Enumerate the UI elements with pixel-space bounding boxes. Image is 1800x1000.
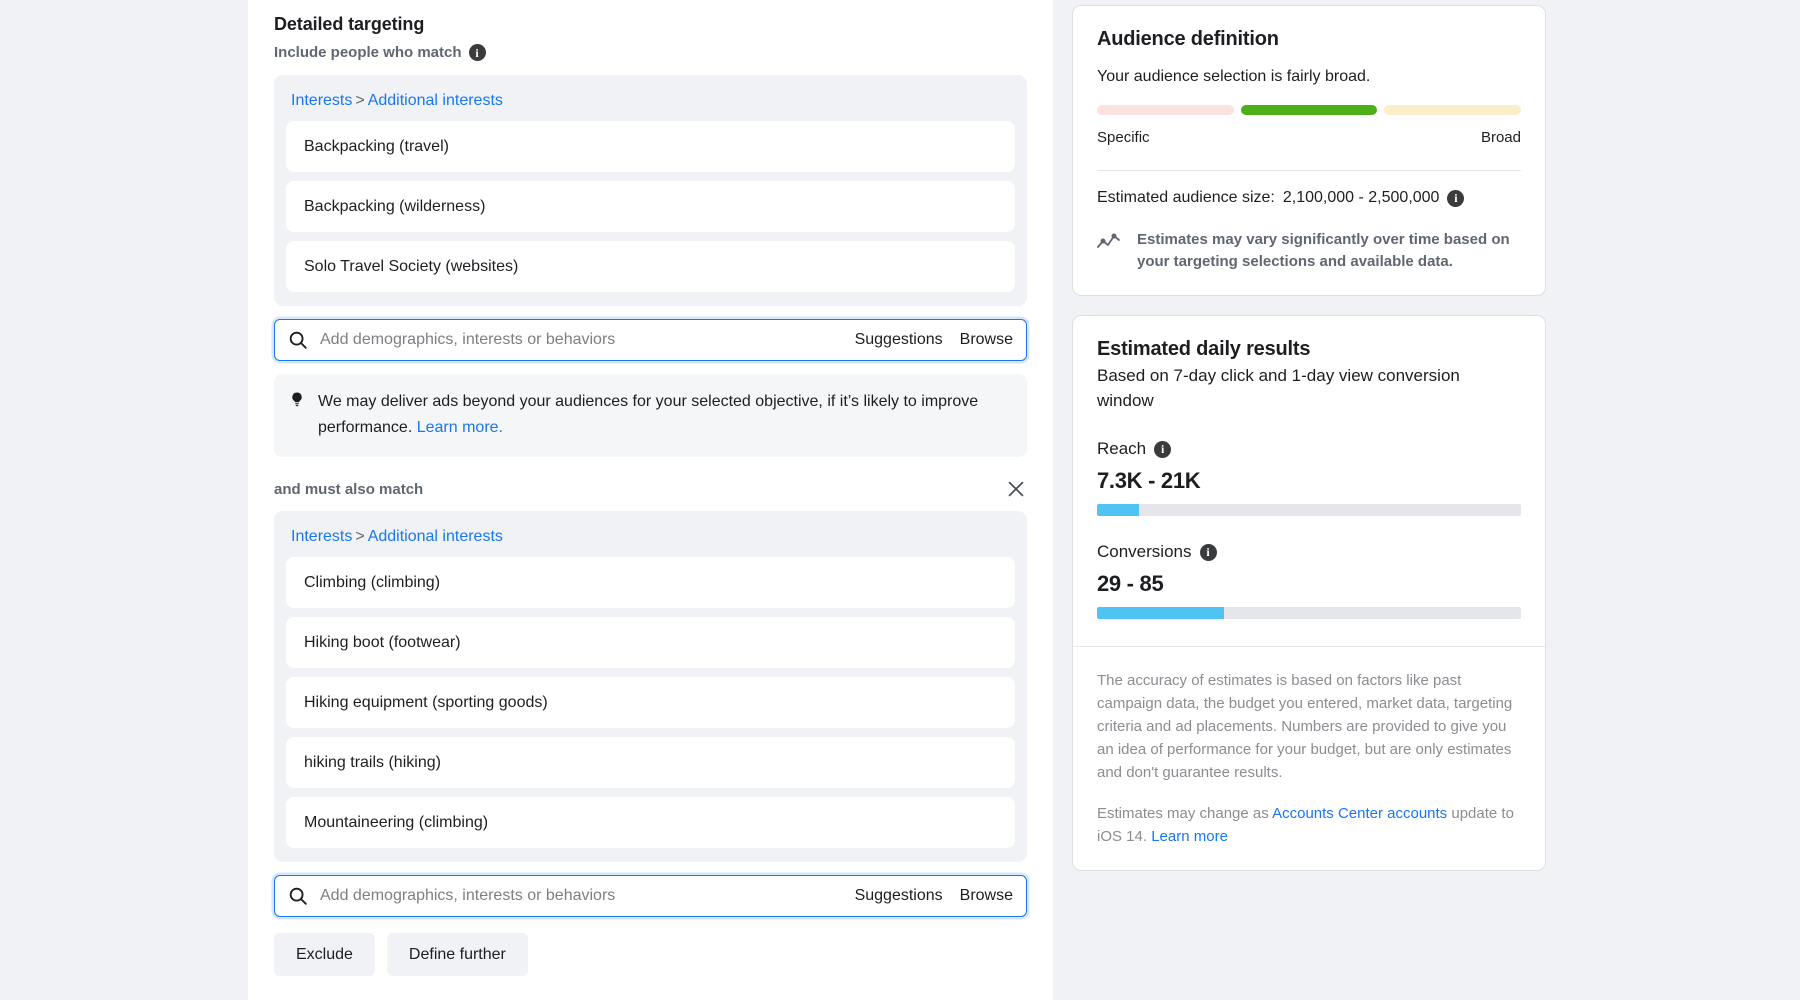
- list-item[interactable]: Hiking boot (footwear): [286, 617, 1015, 668]
- trend-chart-icon: [1097, 232, 1123, 257]
- metric-reach-head: Reach i: [1097, 439, 1521, 459]
- exclude-button[interactable]: Exclude: [274, 933, 375, 976]
- metric-conversions-value: 29 - 85: [1097, 571, 1164, 596]
- metric-conversions-head: Conversions i: [1097, 542, 1521, 562]
- accounts-center-link[interactable]: Accounts Center accounts: [1272, 805, 1447, 822]
- and-must-also-match-row: and must also match: [274, 478, 1027, 500]
- breadcrumb: Interests > Additional interests: [291, 92, 1015, 110]
- search-placeholder[interactable]: Add demographics, interests or behaviors: [320, 331, 855, 349]
- ios14-disclaimer: Estimates may change as Accounts Center …: [1097, 802, 1521, 848]
- list-item[interactable]: Backpacking (travel): [286, 121, 1015, 172]
- metric-conversions-bar: [1097, 607, 1521, 619]
- meter-segment-specific: [1097, 105, 1234, 115]
- estimated-audience-size-value: 2,100,000 - 2,500,000: [1282, 189, 1440, 206]
- estimated-audience-size-label: Estimated audience size:: [1097, 189, 1275, 206]
- panel-gap: [1053, 0, 1072, 1000]
- info-icon[interactable]: i: [1447, 189, 1465, 207]
- list-item[interactable]: Hiking equipment (sporting goods): [286, 677, 1015, 728]
- detailed-targeting-panel: Detailed targeting Include people who ma…: [248, 0, 1053, 1000]
- estimates-column: Audience definition Your audience select…: [1072, 0, 1800, 1000]
- metric-conversions-label: Conversions: [1097, 542, 1192, 561]
- metric-reach-fill: [1097, 504, 1140, 516]
- search-input-group-2[interactable]: Add demographics, interests or behaviors…: [274, 875, 1027, 917]
- close-icon[interactable]: [1005, 478, 1027, 500]
- and-must-also-match-label: and must also match: [274, 480, 424, 498]
- delivery-notice: We may deliver ads beyond your audiences…: [274, 374, 1027, 457]
- breadcrumb-separator: >: [355, 92, 365, 109]
- browse-button[interactable]: Browse: [960, 887, 1013, 905]
- audience-definition-card: Audience definition Your audience select…: [1072, 5, 1546, 296]
- divider: [1097, 170, 1521, 171]
- search-icon: [287, 885, 309, 907]
- breadcrumb-leaf-link[interactable]: Additional interests: [368, 92, 503, 109]
- list-item[interactable]: Backpacking (wilderness): [286, 181, 1015, 232]
- lightbulb-icon: [288, 391, 306, 441]
- list-item[interactable]: hiking trails (hiking): [286, 737, 1015, 788]
- suggestions-button[interactable]: Suggestions: [855, 331, 943, 349]
- meter-labels: Specific Broad: [1097, 129, 1521, 146]
- delivery-notice-text: We may deliver ads beyond your audiences…: [318, 389, 1011, 441]
- search-placeholder[interactable]: Add demographics, interests or behaviors: [320, 887, 855, 905]
- metric-reach-bar: [1097, 504, 1521, 516]
- include-people-row: Include people who match i: [274, 44, 1027, 61]
- estimates-vary-note: Estimates may vary significantly over ti…: [1097, 229, 1521, 273]
- breadcrumb-separator: >: [355, 528, 365, 545]
- estimated-daily-results-title: Estimated daily results: [1097, 338, 1311, 360]
- audience-breadth-meter: [1097, 105, 1522, 115]
- meter-label-broad: Broad: [1480, 129, 1521, 146]
- targeting-group-1: Interests > Additional interests Backpacki…: [274, 75, 1027, 306]
- meter-label-specific: Specific: [1097, 129, 1150, 146]
- audience-definition-summary: Your audience selection is fairly broad.: [1097, 68, 1371, 85]
- meter-segment-broad: [1384, 105, 1522, 115]
- estimated-daily-results-card: Estimated daily results Based on 7-day c…: [1072, 315, 1546, 871]
- accuracy-disclaimer: The accuracy of estimates is based on fa…: [1097, 672, 1513, 781]
- learn-more-link[interactable]: Learn more: [1151, 828, 1228, 845]
- list-item[interactable]: Solo Travel Society (websites): [286, 241, 1015, 292]
- search-actions: Suggestions Browse: [855, 331, 1013, 349]
- divider: [1073, 646, 1545, 647]
- meter-segment-middle-active: [1240, 105, 1378, 115]
- info-icon[interactable]: i: [468, 44, 486, 61]
- action-buttons: Exclude Define further: [274, 933, 1027, 976]
- page-title: Detailed targeting: [274, 14, 425, 34]
- estimated-daily-results-subtitle: Based on 7-day click and 1-day view conv…: [1097, 366, 1460, 410]
- metric-reach-label: Reach: [1097, 439, 1147, 458]
- list-item[interactable]: Climbing (climbing): [286, 557, 1015, 608]
- estimated-audience-size-row: Estimated audience size: 2,100,000 - 2,5…: [1097, 189, 1521, 207]
- breadcrumb-leaf-link[interactable]: Additional interests: [368, 528, 503, 545]
- list-item[interactable]: Mountaineering (climbing): [286, 797, 1015, 848]
- breadcrumb: Interests > Additional interests: [291, 528, 1015, 546]
- targeting-group-2: Interests > Additional interests Climbing …: [274, 511, 1027, 862]
- search-actions: Suggestions Browse: [855, 887, 1013, 905]
- estimates-vary-text: Estimates may vary significantly over ti…: [1137, 231, 1510, 270]
- breadcrumb-root-link[interactable]: Interests: [291, 92, 352, 109]
- browse-button[interactable]: Browse: [960, 331, 1013, 349]
- metric-conversions-fill: [1097, 607, 1225, 619]
- ios14-text-before: Estimates may change as: [1097, 805, 1273, 822]
- define-further-button[interactable]: Define further: [386, 933, 528, 976]
- search-icon: [287, 329, 309, 351]
- search-input-group-1[interactable]: Add demographics, interests or behaviors…: [274, 319, 1027, 361]
- metric-reach: Reach i 7.3K - 21K: [1097, 439, 1521, 516]
- breadcrumb-root-link[interactable]: Interests: [291, 528, 352, 545]
- learn-more-link[interactable]: Learn more.: [417, 419, 503, 436]
- info-icon[interactable]: i: [1154, 440, 1172, 458]
- metric-conversions: Conversions i 29 - 85: [1097, 542, 1521, 619]
- left-gutter: [0, 0, 248, 1000]
- page-root: Detailed targeting Include people who ma…: [0, 0, 1800, 1000]
- info-icon[interactable]: i: [1199, 543, 1217, 561]
- suggestions-button[interactable]: Suggestions: [855, 887, 943, 905]
- audience-definition-title: Audience definition: [1097, 28, 1279, 50]
- metric-reach-value: 7.3K - 21K: [1097, 468, 1201, 493]
- include-people-label: Include people who match: [274, 44, 462, 61]
